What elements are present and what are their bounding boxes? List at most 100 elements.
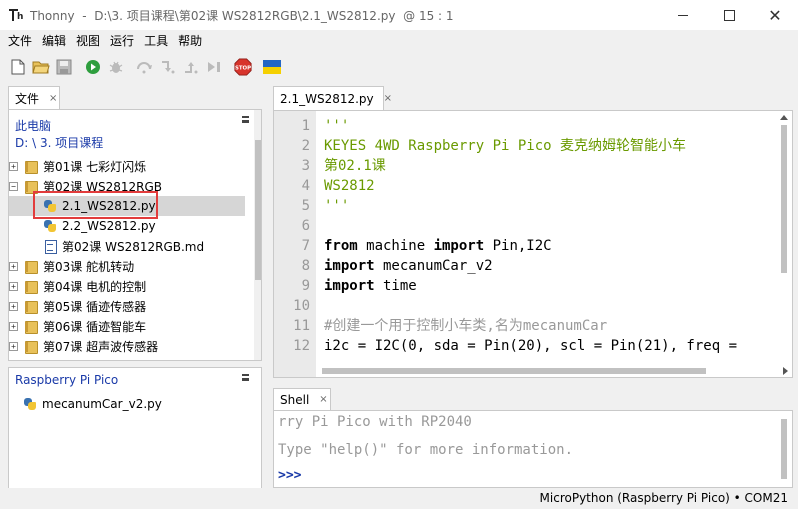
tree-item-label: 第05课 循迹传感器 <box>43 299 147 314</box>
tab-files-close-icon[interactable]: × <box>49 93 57 104</box>
shell-prompt[interactable]: >>> <box>278 468 301 483</box>
line-number: 5 <box>301 198 310 214</box>
expand-icon[interactable]: + <box>9 301 18 311</box>
code-editor[interactable]: 1 2 3 4 5 6 7 8 9 10 11 12 ''' KEYES 4WD… <box>273 110 793 378</box>
code-text: time <box>374 278 417 294</box>
ukraine-flag-icon[interactable] <box>263 58 281 76</box>
tab-editor-2-1-ws2812[interactable]: 2.1_WS2812.py × <box>273 86 392 110</box>
run-icon[interactable] <box>84 58 102 76</box>
tree-item-lesson05[interactable]: + 第05课 循迹传感器 <box>9 296 245 316</box>
expand-icon[interactable]: + <box>9 261 18 271</box>
title-bar: h Thonny - D:\3. 项目课程\第02课 WS2812RGB\2.1… <box>0 0 798 30</box>
tree-item-label: 2.1_WS2812.py <box>62 199 156 213</box>
tree-item-lesson04[interactable]: + 第04课 电机的控制 <box>9 276 245 296</box>
code-line[interactable]: i2c = I2C(0, sda = Pin(20), scl = Pin(21… <box>324 336 745 356</box>
menu-bar: 文件 编辑 视图 运行 工具 帮助 <box>0 30 798 52</box>
files-scrollbar-thumb[interactable] <box>255 140 261 280</box>
location-path[interactable]: D: \ 3. 项目课程 <box>15 134 103 151</box>
menu-file[interactable]: 文件 <box>3 31 37 51</box>
step-into-icon[interactable] <box>159 58 177 76</box>
editor-hscroll-thumb[interactable] <box>322 368 706 374</box>
tree-item-lesson02[interactable]: − 第02课 WS2812RGB <box>9 176 245 196</box>
tab-shell[interactable]: Shell × <box>273 388 331 410</box>
tab-files-label: 文件 <box>15 91 40 106</box>
expand-icon[interactable]: + <box>9 341 18 351</box>
minimize-button[interactable] <box>660 0 706 30</box>
tree-item-lesson01[interactable]: + 第01课 七彩灯闪烁 <box>9 156 245 176</box>
tab-files[interactable]: 文件 × <box>8 86 60 109</box>
code-line[interactable]: ''' <box>324 196 349 216</box>
app-name: Thonny <box>30 8 75 23</box>
tree-item-label: 第07课 超声波传感器 <box>43 339 159 354</box>
keyword: import <box>324 278 375 294</box>
tree-item-lesson06[interactable]: + 第06课 循迹智能车 <box>9 316 245 336</box>
step-over-icon[interactable] <box>136 58 154 76</box>
editor-scrollbar-thumb[interactable] <box>781 125 787 273</box>
tree-item-label: 第06课 循迹智能车 <box>43 319 147 334</box>
menu-run[interactable]: 运行 <box>105 31 139 51</box>
tree-item-label: 第03课 舵机转动 <box>43 259 135 274</box>
menu-edit[interactable]: 编辑 <box>37 31 71 51</box>
menu-help[interactable]: 帮助 <box>173 31 207 51</box>
tree-item-lesson02-md[interactable]: 第02课 WS2812RGB.md <box>9 236 245 256</box>
line-number: 4 <box>301 178 310 194</box>
shell-tab-close-icon[interactable]: × <box>319 394 327 405</box>
code-line[interactable]: KEYES 4WD Raspberry Pi Pico 麦克纳姆轮智能小车 <box>324 136 686 156</box>
code-line[interactable]: #创建一个用于控制小车类,名为mecanumCar <box>324 316 607 336</box>
line-number: 11 <box>293 318 310 334</box>
save-icon[interactable] <box>55 58 73 76</box>
debug-icon[interactable] <box>107 58 125 76</box>
expand-icon[interactable]: + <box>9 321 18 331</box>
code-line[interactable]: ''' <box>324 116 349 136</box>
window-title: Thonny - D:\3. 项目课程\第02课 WS2812RGB\2.1_W… <box>30 8 454 23</box>
code-line[interactable]: WS2812 <box>324 176 375 196</box>
line-number: 1 <box>301 118 310 134</box>
scroll-right-icon[interactable] <box>783 367 788 375</box>
tree-item-lesson03[interactable]: + 第03课 舵机转动 <box>9 256 245 276</box>
folder-icon <box>24 259 38 274</box>
menu-tools[interactable]: 工具 <box>139 31 173 51</box>
collapse-icon[interactable]: − <box>9 181 18 191</box>
files-panel: 此电脑 D: \ 3. 项目课程 + 第01课 七彩灯闪烁 − 第02课 WS2… <box>8 109 262 361</box>
editor-tab-close-icon[interactable]: × <box>384 93 392 104</box>
files-scrollbar[interactable] <box>254 110 261 360</box>
shell-scrollbar[interactable] <box>778 415 790 485</box>
new-file-icon[interactable] <box>9 58 27 76</box>
tree-item-label: 第02课 WS2812RGB.md <box>62 239 205 254</box>
line-number: 6 <box>301 218 310 234</box>
tree-item-lesson07[interactable]: + 第07课 超声波传感器 <box>9 336 245 356</box>
window-controls: ✕ <box>660 0 798 30</box>
code-text: machine <box>357 238 434 254</box>
status-bar: MicroPython (Raspberry Pi Pico) • COM21 <box>0 488 798 509</box>
device-item-mecanumcar-v2-py[interactable]: mecanumCar_v2.py <box>9 394 245 414</box>
location-title[interactable]: 此电脑 <box>15 117 51 134</box>
device-panel-menu-icon[interactable] <box>242 374 249 381</box>
editor-horizontal-scrollbar[interactable] <box>316 365 792 377</box>
code-line[interactable]: 第02.1课 <box>324 156 386 176</box>
code-text: mecanumCar_v2 <box>374 258 493 274</box>
files-panel-menu-icon[interactable] <box>242 116 249 123</box>
scroll-up-icon[interactable] <box>780 115 788 120</box>
keyword: import <box>324 258 375 274</box>
code-line[interactable]: from machine import Pin,I2C <box>324 236 552 256</box>
tree-item-2-1-ws2812-py[interactable]: 2.1_WS2812.py <box>9 196 245 216</box>
shell-console[interactable]: rry Pi Pico with RP2040 Type "help()" fo… <box>273 410 793 488</box>
stop-icon[interactable]: STOP <box>234 58 252 76</box>
maximize-button[interactable] <box>706 0 752 30</box>
resume-icon[interactable] <box>205 58 223 76</box>
shell-scrollbar-thumb[interactable] <box>781 419 787 479</box>
editor-tab-label: 2.1_WS2812.py <box>280 91 374 106</box>
line-number: 2 <box>301 138 310 154</box>
code-line[interactable]: import mecanumCar_v2 <box>324 256 493 276</box>
editor-vertical-scrollbar[interactable] <box>778 115 790 365</box>
close-window-button[interactable]: ✕ <box>752 0 798 30</box>
expand-icon[interactable]: + <box>9 161 18 171</box>
code-line[interactable]: import time <box>324 276 417 296</box>
open-file-icon[interactable] <box>32 58 50 76</box>
expand-icon[interactable]: + <box>9 281 18 291</box>
menu-view[interactable]: 视图 <box>71 31 105 51</box>
tree-item-2-2-ws2812-py[interactable]: 2.2_WS2812.py <box>9 216 245 236</box>
interpreter-status[interactable]: MicroPython (Raspberry Pi Pico) • COM21 <box>540 491 788 505</box>
device-title[interactable]: Raspberry Pi Pico <box>15 373 118 387</box>
step-out-icon[interactable] <box>182 58 200 76</box>
